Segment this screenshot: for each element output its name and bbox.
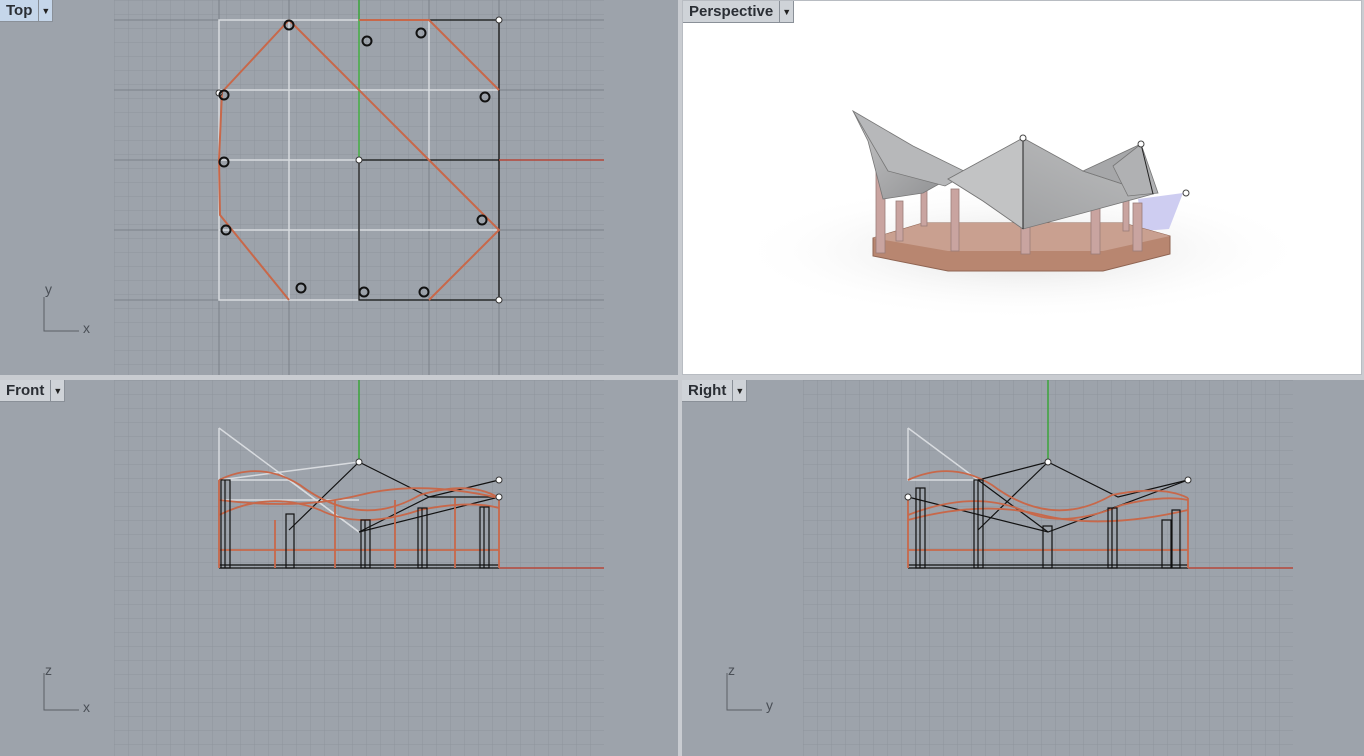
viewport-tab-label: Right [688,382,727,399]
viewport-tab-label: Perspective [689,3,774,20]
axis-gizmo: z x [43,662,90,715]
viewport-tab-label: Top [6,2,33,19]
top-viewport-canvas[interactable]: y x [0,0,678,375]
viewport-tab-label: Front [6,382,45,399]
svg-text:z: z [45,662,52,678]
chevron-down-icon[interactable]: ▼ [38,0,52,22]
right-viewport[interactable]: z y Right ▼ [682,380,1364,756]
viewport-tab-front[interactable]: Front ▼ [0,380,66,402]
perspective-viewport-canvas[interactable] [683,1,1362,375]
perspective-viewport[interactable]: Perspective ▼ [682,0,1362,375]
chevron-down-icon[interactable]: ▼ [732,380,746,402]
axis-gizmo: z y [726,662,773,713]
svg-text:y: y [766,697,773,713]
top-viewport[interactable]: y x Top ▼ [0,0,678,375]
chevron-down-icon[interactable]: ▼ [779,1,793,23]
viewport-tab-right[interactable]: Right ▼ [682,380,748,402]
svg-text:x: x [83,320,90,336]
axis-gizmo: y x [43,281,90,336]
right-viewport-canvas[interactable]: z y [682,380,1364,756]
chevron-down-icon[interactable]: ▼ [50,380,64,402]
front-viewport-canvas[interactable]: z x [0,380,678,756]
svg-text:x: x [83,699,90,715]
svg-text:y: y [45,281,52,297]
viewport-tab-perspective[interactable]: Perspective ▼ [683,1,795,23]
viewport-tab-top[interactable]: Top ▼ [0,0,54,22]
svg-text:z: z [728,662,735,678]
front-viewport[interactable]: z x Front ▼ [0,380,678,756]
